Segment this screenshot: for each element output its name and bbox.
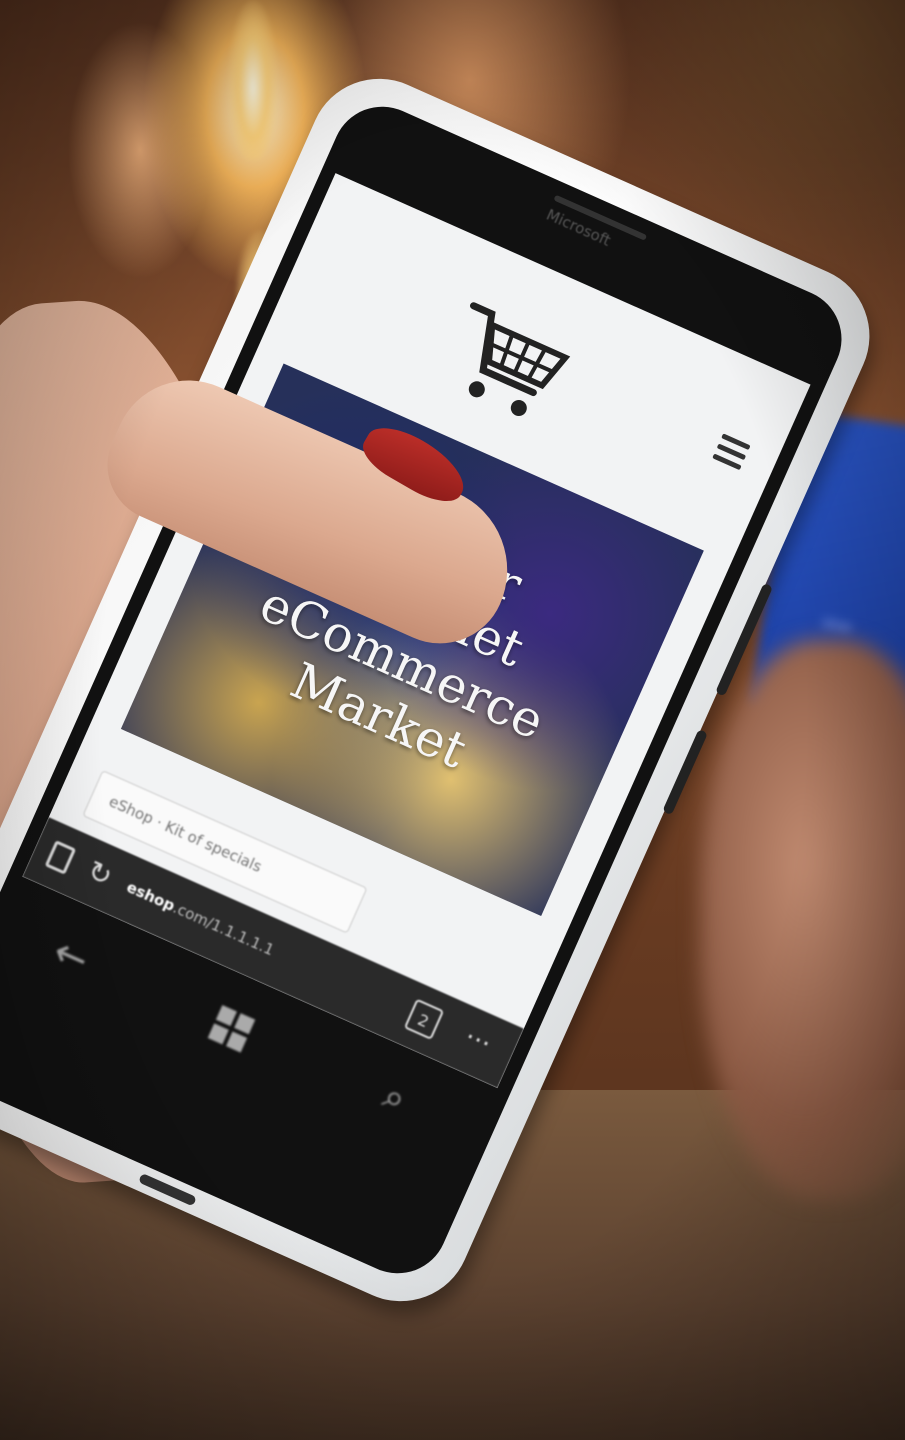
windows-home-icon[interactable] — [207, 1005, 256, 1053]
right-hand-blurred — [700, 640, 905, 1200]
credit-card-text: Visa — [821, 616, 853, 636]
shopping-cart-icon[interactable] — [432, 285, 586, 434]
refresh-icon[interactable]: ↻ — [83, 854, 118, 894]
more-options-icon[interactable]: ⋯ — [460, 1021, 496, 1059]
photo-scene: Visa Microsoft Super Intern — [0, 0, 905, 1440]
url-host: eshop — [123, 877, 178, 916]
search-icon[interactable]: ⌕ — [377, 1075, 412, 1122]
back-arrow-icon[interactable]: ← — [46, 928, 95, 984]
hamburger-menu-icon[interactable] — [712, 433, 751, 471]
tab-icon[interactable] — [44, 840, 77, 875]
candle-flame — [228, 0, 278, 160]
tab-count-button[interactable]: 2 — [403, 998, 445, 1041]
